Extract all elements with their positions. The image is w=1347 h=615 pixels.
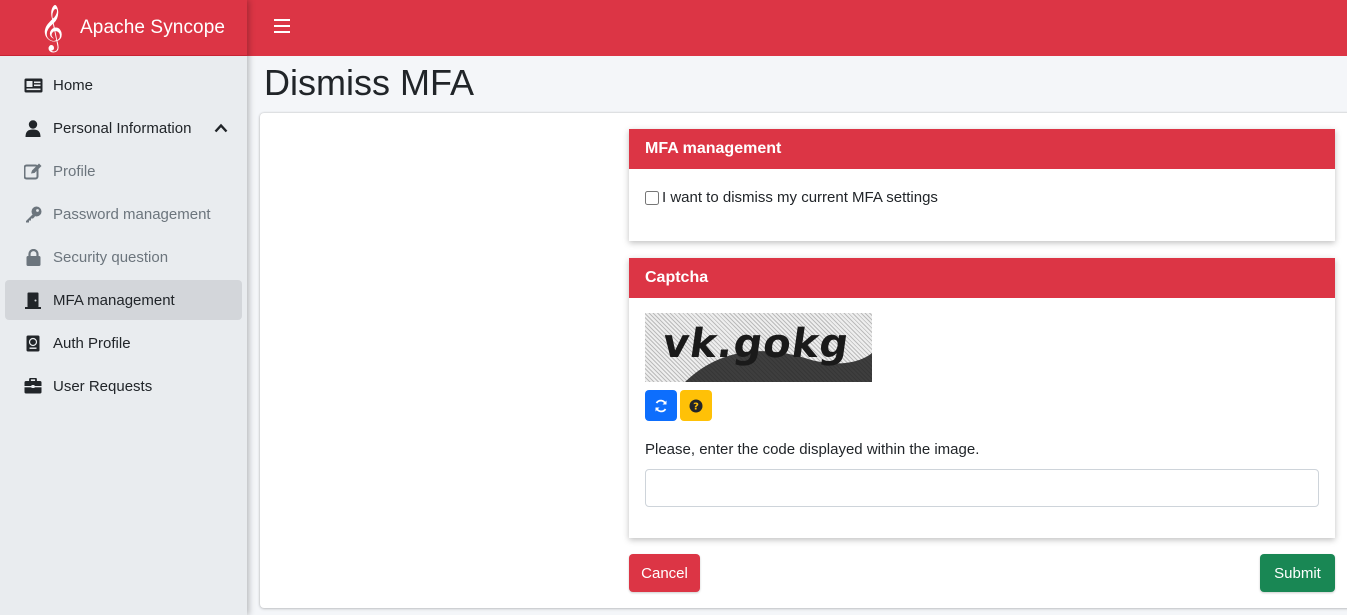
sidebar-item-label: Personal Information (53, 119, 192, 137)
sidebar-item-home[interactable]: Home (5, 65, 242, 105)
mfa-management-panel: MFA management I want to dismiss my curr… (629, 129, 1335, 241)
captcha-text: vk.gokg (659, 321, 853, 367)
sidebar-item-label: Password management (53, 205, 211, 223)
sidebar-item-label: Auth Profile (53, 334, 131, 352)
user-icon (23, 118, 43, 138)
menu-toggle-icon[interactable] (274, 19, 290, 37)
captcha-input[interactable] (645, 469, 1319, 507)
sidebar-item-security-question[interactable]: Security question (5, 237, 242, 277)
sidebar-item-label: Security question (53, 248, 169, 266)
sidebar-item-auth-profile[interactable]: Auth Profile (5, 323, 242, 363)
panel-header: Captcha (629, 258, 1335, 298)
refresh-icon (655, 399, 667, 412)
passport-icon (23, 333, 43, 353)
dismiss-mfa-checkbox[interactable] (645, 190, 659, 205)
sidebar-nav: Home Personal Information Profile Passwo… (0, 56, 247, 406)
briefcase-icon (23, 376, 43, 396)
treble-clef-logo-icon: 𝄞 (40, 4, 64, 51)
page-title: Dismiss MFA (264, 62, 474, 103)
chevron-up-icon (214, 120, 228, 138)
sidebar-item-password-management[interactable]: Password management (5, 194, 242, 234)
sidebar-item-label: User Requests (53, 377, 153, 395)
dismiss-mfa-label: I want to dismiss my current MFA setting… (662, 189, 938, 206)
top-navbar (247, 0, 1347, 56)
key-icon (23, 204, 43, 224)
sidebar-item-user-requests[interactable]: User Requests (5, 366, 242, 406)
panel-header: MFA management (629, 129, 1335, 169)
sidebar-item-profile[interactable]: Profile (5, 151, 242, 191)
captcha-image: vk.gokg (645, 313, 872, 382)
sidebar-item-label: MFA management (53, 291, 175, 309)
dismiss-mfa-checkbox-row[interactable]: I want to dismiss my current MFA setting… (645, 189, 938, 206)
cancel-button[interactable]: Cancel (629, 554, 700, 592)
lock-icon (23, 247, 43, 267)
captcha-help-button[interactable]: ? (680, 390, 712, 421)
svg-text:?: ? (693, 401, 699, 412)
captcha-panel: Captcha vk.gokg ? Please, enter the code… (629, 258, 1335, 538)
brand-name: Apache Syncope (80, 16, 226, 38)
id-card-icon (23, 75, 43, 95)
sidebar: 𝄞 Apache Syncope Home Personal Informati… (0, 0, 247, 615)
submit-button[interactable]: Submit (1260, 554, 1335, 592)
brand-link[interactable]: 𝄞 Apache Syncope (0, 0, 247, 56)
captcha-instruction: Please, enter the code displayed within … (645, 441, 980, 458)
sidebar-item-label: Profile (53, 162, 96, 180)
sidebar-item-label: Home (53, 76, 94, 94)
question-circle-icon: ? (689, 399, 703, 412)
door-icon (23, 290, 43, 310)
captcha-refresh-button[interactable] (645, 390, 677, 421)
sidebar-item-mfa-management[interactable]: MFA management (5, 280, 242, 320)
sidebar-item-personal-information[interactable]: Personal Information (5, 108, 242, 148)
edit-icon (23, 161, 43, 181)
